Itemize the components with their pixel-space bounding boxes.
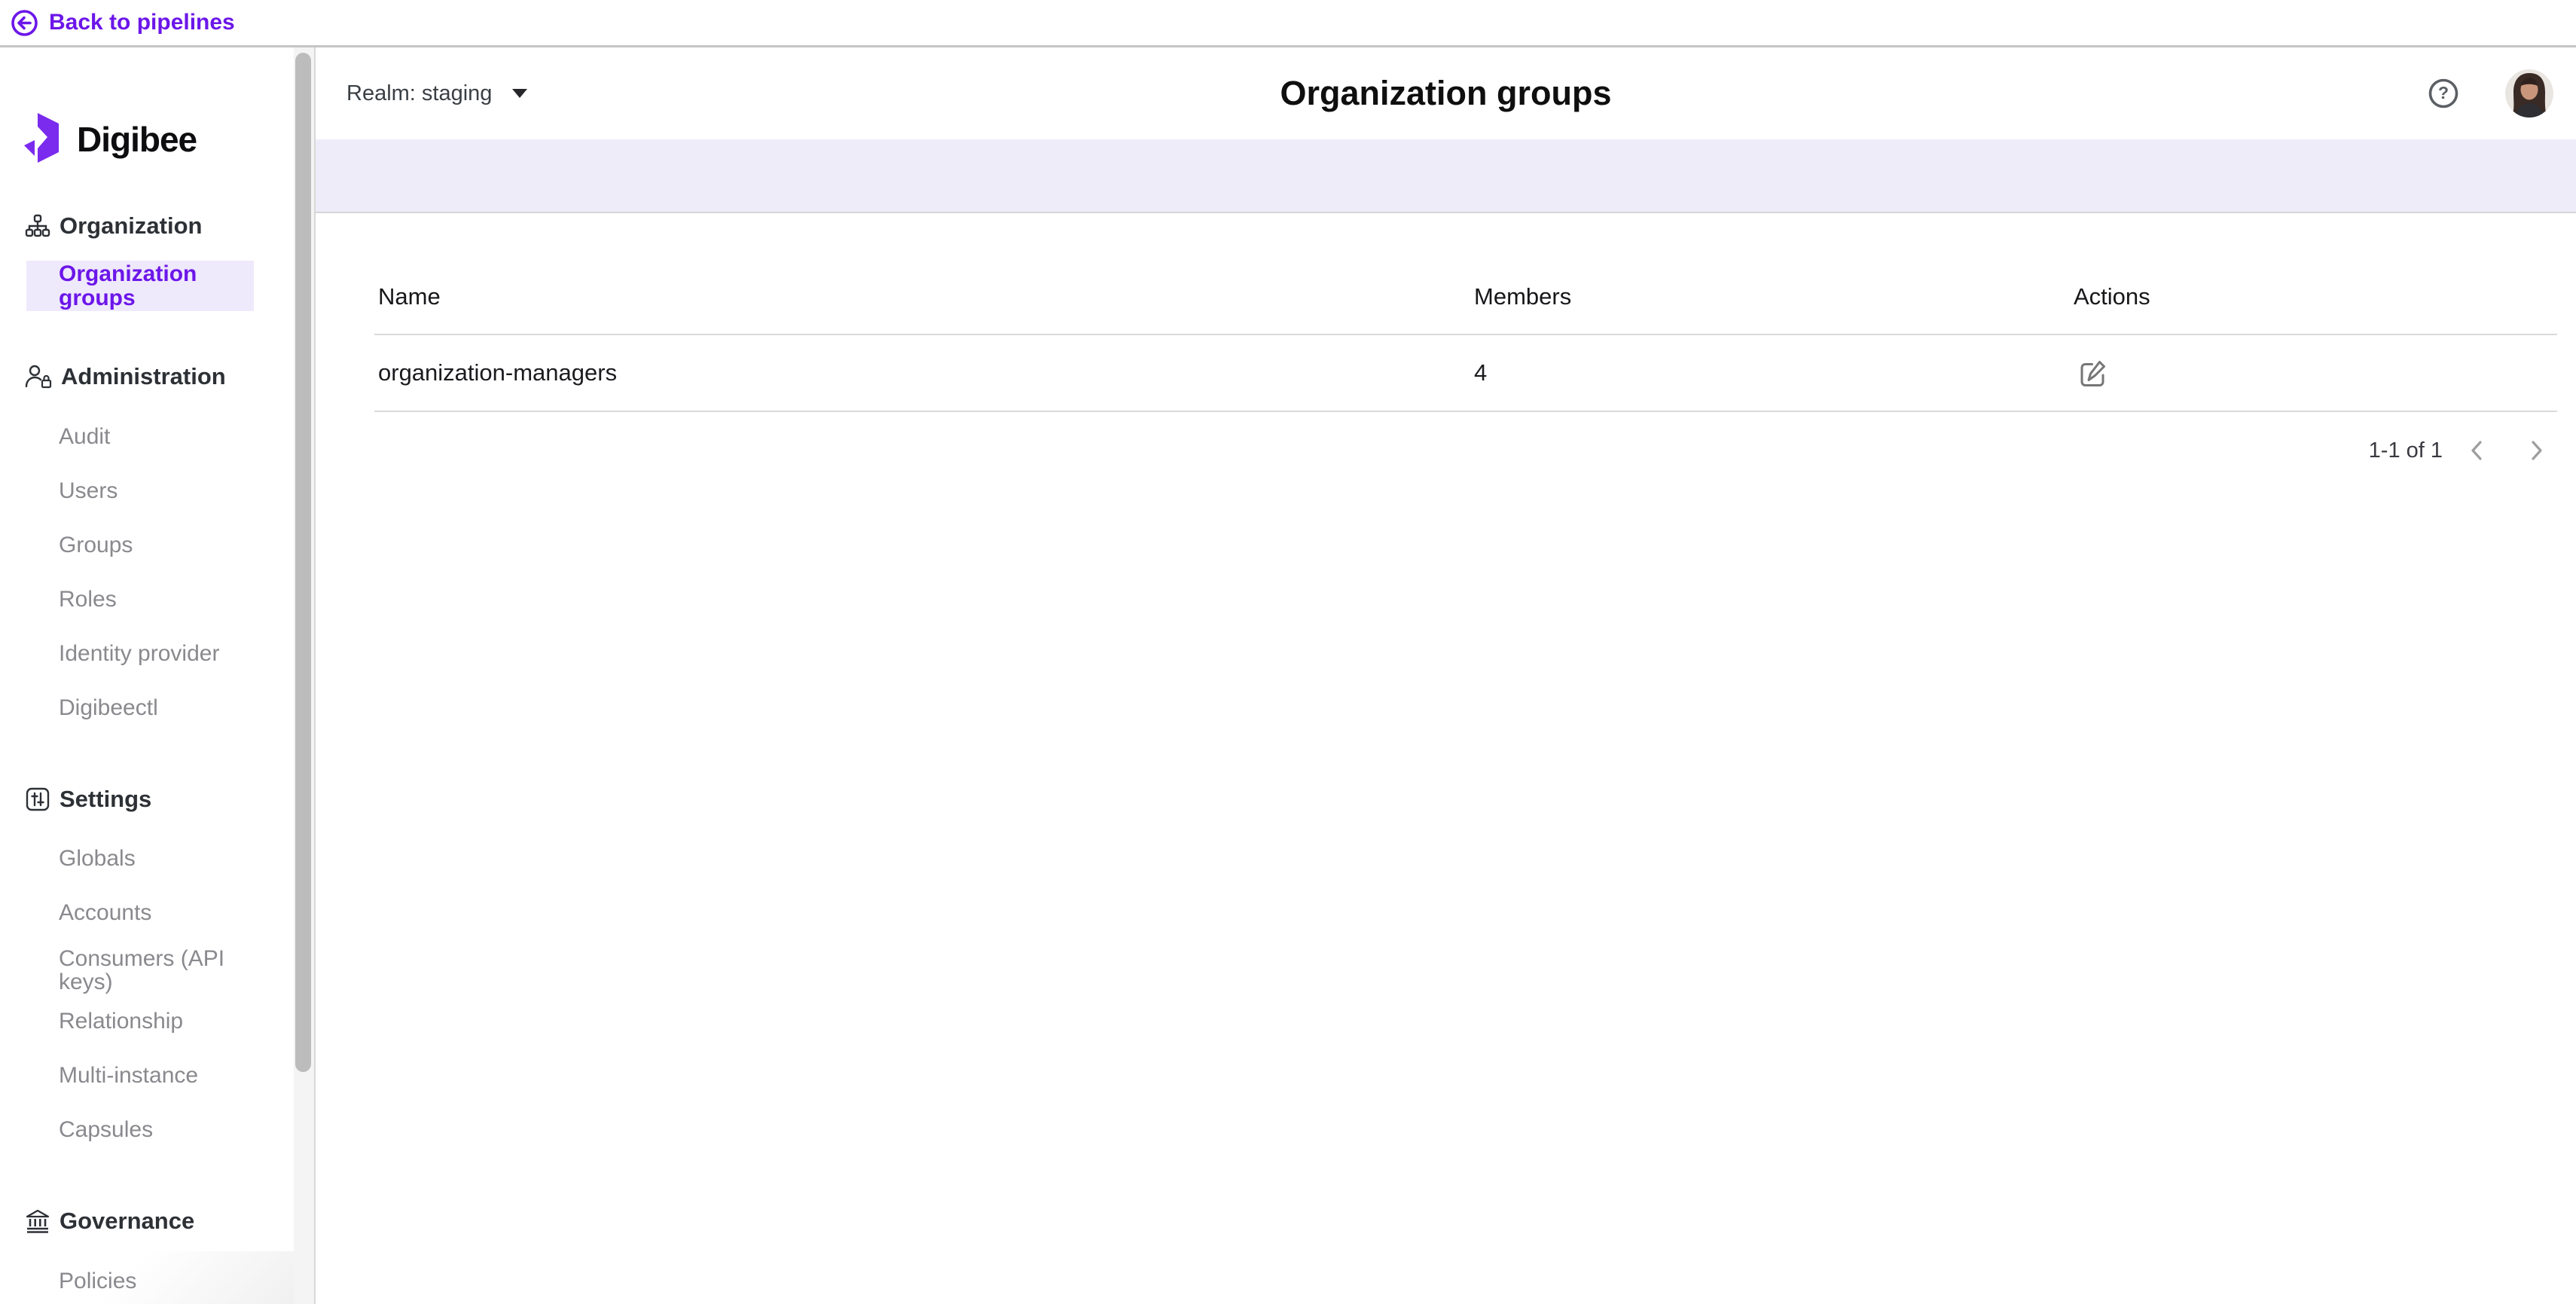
back-link-label: Back to pipelines (49, 10, 235, 35)
section-label-administration: Administration (61, 363, 226, 390)
sidebar-item-label: Audit (59, 424, 110, 450)
sidebar-section-settings: Settings (0, 777, 314, 822)
bank-icon (25, 1208, 50, 1234)
realm-selector[interactable]: Realm: staging (346, 47, 528, 139)
sidebar-item-organization-groups[interactable]: Organization groups (26, 261, 254, 311)
page-title: Organization groups (316, 47, 2576, 139)
sidebar-item-label: Identity provider (59, 641, 219, 667)
column-header-name: Name (378, 260, 441, 334)
back-to-pipelines-link[interactable]: Back to pipelines (11, 0, 235, 45)
toolbar-band (316, 139, 2576, 213)
sidebar-item-users[interactable]: Users (0, 469, 314, 514)
sidebar-item-label: Multi-instance (59, 1063, 198, 1089)
sidebar-scrollbar-track (294, 47, 314, 1304)
help-button[interactable]: ? (2427, 77, 2460, 110)
sidebar-item-audit[interactable]: Audit (0, 414, 314, 460)
sitemap-icon (25, 213, 50, 239)
pagination-range-label: 1-1 of 1 (2369, 438, 2443, 463)
app-root: Back to pipelines Digibee (0, 0, 2576, 1304)
sidebar-item-label: Digibeectl (59, 695, 158, 721)
sidebar-item-label: Accounts (59, 900, 151, 926)
sidebar-item-digibeectl[interactable]: Digibeectl (0, 686, 314, 731)
chevron-down-icon (511, 88, 528, 99)
edit-group-button[interactable] (2077, 358, 2108, 389)
realm-label: Realm: staging (346, 81, 492, 106)
sliders-icon (25, 786, 50, 812)
next-page-button[interactable] (2515, 429, 2557, 472)
sidebar: Digibee Organization Organization groups (0, 47, 316, 1304)
digibee-logo-icon (20, 112, 62, 166)
pagination: 1-1 of 1 (2369, 429, 2557, 472)
user-avatar[interactable] (2505, 69, 2553, 118)
section-label-settings: Settings (60, 786, 151, 813)
sidebar-item-groups[interactable]: Groups (0, 523, 314, 568)
sidebar-item-label: Organization groups (26, 262, 224, 310)
sidebar-item-label: Groups (59, 533, 133, 558)
previous-page-button[interactable] (2456, 429, 2498, 472)
table-row[interactable]: organization-managers 4 (374, 335, 2557, 412)
arrow-left-circle-icon (11, 9, 38, 37)
sidebar-item-capsules[interactable]: Capsules (0, 1107, 314, 1153)
column-header-members: Members (1474, 260, 1571, 334)
section-label-organization: Organization (60, 212, 202, 240)
header-actions: ? (2427, 47, 2553, 139)
sidebar-section-governance: Governance (0, 1199, 314, 1244)
digibee-logo[interactable]: Digibee (20, 112, 197, 166)
brand-name: Digibee (77, 119, 197, 160)
column-header-actions: Actions (2074, 260, 2150, 334)
top-bar: Back to pipelines (0, 0, 2576, 47)
main-header: Organization groups Realm: staging ? (316, 47, 2576, 139)
sidebar-item-label: Capsules (59, 1117, 153, 1143)
sidebar-item-label: Relationship (59, 1009, 183, 1034)
sidebar-item-identity-provider[interactable]: Identity provider (0, 631, 314, 676)
question-mark-glyph: ? (2438, 83, 2449, 102)
sidebar-item-label: Users (59, 478, 118, 504)
groups-table: Name Members Actions organization-manage… (374, 260, 2557, 412)
sidebar-item-consumers-api-keys[interactable]: Consumers (API keys) (0, 935, 314, 1005)
user-lock-icon (25, 364, 52, 389)
sidebar-item-label: Roles (59, 587, 117, 612)
sidebar-section-administration: Administration (0, 354, 314, 399)
sidebar-item-roles[interactable]: Roles (0, 577, 314, 622)
sidebar-item-label: Consumers (API keys) (59, 947, 232, 994)
sidebar-scrollbar-thumb[interactable] (295, 53, 311, 1072)
section-label-governance: Governance (60, 1208, 194, 1235)
group-members-cell: 4 (1474, 335, 1487, 411)
sidebar-item-relationship[interactable]: Relationship (0, 999, 314, 1044)
sidebar-section-organization: Organization (0, 203, 314, 249)
group-name-cell: organization-managers (378, 335, 617, 411)
sidebar-item-globals[interactable]: Globals (0, 836, 314, 881)
sidebar-item-label: Globals (59, 846, 136, 872)
sidebar-item-accounts[interactable]: Accounts (0, 890, 314, 936)
sidebar-item-multi-instance[interactable]: Multi-instance (0, 1053, 314, 1098)
table-header-row: Name Members Actions (374, 260, 2557, 335)
sidebar-bottom-shadow (0, 1251, 314, 1304)
